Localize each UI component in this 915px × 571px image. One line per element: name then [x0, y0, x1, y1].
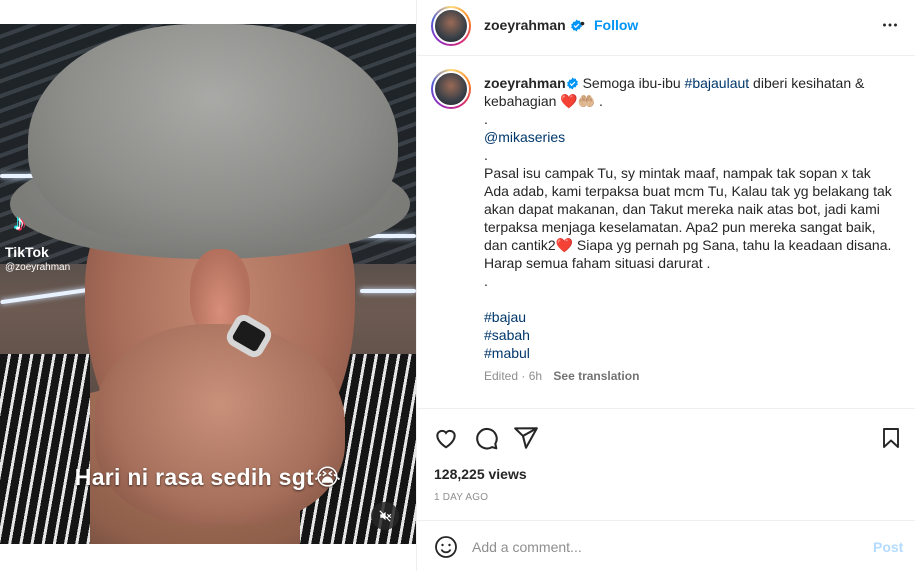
speaker-muted-icon	[379, 510, 392, 522]
ceiling-light	[0, 287, 90, 305]
bookmark-icon	[883, 428, 899, 448]
bucket-hat	[28, 24, 398, 239]
caption-text-segment: Pasal isu campak Tu, sy mintak maaf, nam…	[484, 165, 871, 181]
caption-avatar[interactable]	[431, 69, 471, 109]
see-translation-link[interactable]: See translation	[553, 369, 639, 383]
caption-text-segment: .	[484, 147, 488, 163]
comment-bubble-icon	[476, 427, 498, 450]
comment-button[interactable]	[473, 425, 499, 456]
ceiling-light	[360, 289, 416, 293]
caption-text-segment: akan dapat makanan, dan Takut mereka nai…	[484, 201, 880, 217]
caption-line: #mabul	[484, 344, 904, 362]
more-horizontal-icon	[883, 23, 897, 27]
caption-text-segment: diberi kesihatan &	[749, 75, 865, 91]
caption-line: terpaksa menjaga keselamatan. Apa2 pun m…	[484, 218, 904, 236]
post-comment-button[interactable]: Post	[873, 539, 903, 555]
save-button[interactable]	[879, 425, 903, 456]
heart-icon	[436, 429, 456, 449]
avatar-image	[433, 8, 469, 44]
caption-line: Harap semua faham situasi darurat .	[484, 254, 904, 272]
header-separator: •	[580, 15, 585, 31]
caption-line: Pasal isu campak Tu, sy mintak maaf, nam…	[484, 164, 904, 182]
caption-line: kebahagian ❤️🤲🏼 .	[484, 92, 904, 110]
caption-line: #sabah	[484, 326, 904, 344]
caption-line: .	[484, 110, 904, 128]
caption-line: zoeyrahman Semoga ibu-ibu #bajaulaut dib…	[484, 74, 904, 92]
more-options-button[interactable]	[879, 14, 901, 41]
post-header: zoeyrahman • Follow	[417, 0, 915, 56]
striped-shirt-left	[0, 354, 90, 544]
caption-username[interactable]: zoeyrahman	[484, 75, 566, 91]
avatar[interactable]	[431, 6, 471, 46]
add-comment-bar: Post	[417, 520, 915, 571]
caption-line: .	[484, 146, 904, 164]
smiley-icon	[435, 536, 457, 558]
hashtag-link[interactable]: #mabul	[484, 345, 530, 361]
view-count[interactable]: 128,225 views	[434, 466, 527, 482]
mention-link[interactable]: @mikaseries	[484, 129, 565, 145]
caption-line	[484, 290, 904, 308]
hashtag-link[interactable]: #bajau	[484, 309, 526, 325]
caption-line: akan dapat makanan, dan Takut mereka nai…	[484, 200, 904, 218]
share-button[interactable]	[513, 425, 539, 456]
mute-button[interactable]	[371, 502, 399, 530]
action-bar: 128,225 views 1 DAY AGO	[417, 408, 915, 513]
caption-line: @mikaseries	[484, 128, 904, 146]
caption-text-segment: Semoga ibu-ibu	[578, 75, 685, 91]
caption-text-segment: .	[484, 111, 488, 127]
caption-line: #bajau	[484, 308, 904, 326]
avatar-image	[433, 71, 469, 107]
caption-text-segment: Harap semua faham situasi darurat .	[484, 255, 711, 271]
header-user: zoeyrahman	[484, 17, 583, 35]
caption-area: zoeyrahman Semoga ibu-ibu #bajaulaut dib…	[417, 57, 915, 407]
emoji-button[interactable]	[434, 535, 458, 564]
caption-text: zoeyrahman Semoga ibu-ibu #bajaulaut dib…	[484, 74, 904, 362]
post-detail-panel: zoeyrahman • Follow zoeyrahman Semoga ib…	[416, 0, 915, 571]
post-date: 1 DAY AGO	[434, 492, 489, 503]
send-paper-plane-icon	[514, 427, 538, 449]
verified-badge-icon	[566, 77, 578, 90]
caption-text-segment: Ada adab, kami terpaksa buat mcm Tu, Kal…	[484, 183, 892, 199]
tiktok-watermark: TikTok	[5, 244, 49, 260]
like-button[interactable]	[433, 425, 459, 456]
hand-over-mouth	[95, 324, 345, 524]
video-top-strip	[0, 0, 416, 24]
tiktok-logo-icon: ♪	[14, 210, 25, 235]
hashtag-link[interactable]: #bajaulaut	[685, 75, 750, 91]
video-caption: Hari ni rasa sedih sgt😭	[74, 464, 342, 490]
post-video[interactable]: ♪ TikTok @zoeyrahman Hari ni rasa sedih …	[0, 24, 416, 544]
edited-timestamp: Edited · 6h	[484, 369, 543, 383]
caption-line: Ada adab, kami terpaksa buat mcm Tu, Kal…	[484, 182, 904, 200]
video-bottom-strip	[0, 544, 416, 571]
caption-text-segment: terpaksa menjaga keselamatan. Apa2 pun m…	[484, 219, 876, 235]
caption-line: dan cantik2❤️ Siapa yg pernah pg Sana, t…	[484, 236, 904, 254]
header-username[interactable]: zoeyrahman	[484, 17, 566, 33]
tiktok-handle: @zoeyrahman	[5, 262, 71, 273]
caption-text-segment: dan cantik2❤️ Siapa yg pernah pg Sana, t…	[484, 237, 892, 253]
caption-text-segment: .	[484, 273, 488, 289]
comment-input[interactable]	[472, 535, 852, 559]
follow-button[interactable]: Follow	[594, 17, 638, 33]
caption-text-segment: kebahagian ❤️🤲🏼 .	[484, 93, 603, 109]
caption-line: .	[484, 272, 904, 290]
hashtag-link[interactable]: #sabah	[484, 327, 530, 343]
caption-meta: Edited · 6h See translation	[484, 369, 639, 383]
